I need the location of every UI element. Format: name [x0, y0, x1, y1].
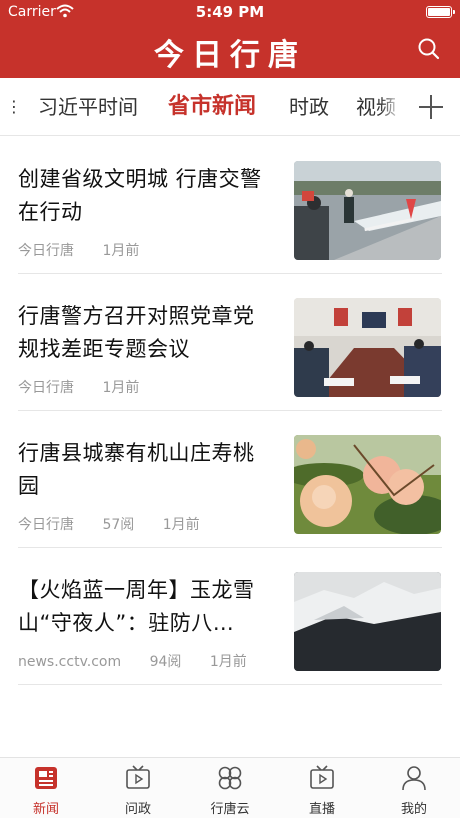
nav-wenzheng[interactable]: 问政 — [92, 758, 184, 818]
user-icon — [402, 766, 426, 791]
nav-label: 行唐云 — [210, 802, 250, 817]
tab-province-news[interactable]: 省市新闻 — [168, 78, 256, 135]
news-reads: 94阅 — [149, 654, 182, 670]
list-item[interactable]: 行唐警方召开对照党章党规找差距专题会议 今日行唐 1月前 — [0, 274, 460, 411]
channel-tabs: ⋮ 习近平时间 省市新闻 时政 视频 — [0, 78, 460, 136]
news-icon — [35, 767, 57, 789]
nav-label: 问政 — [124, 802, 151, 817]
list-item[interactable]: 行唐县城寨有机山庄寿桃园 今日行唐 57阅 1月前 — [0, 411, 460, 548]
news-time: 1月前 — [102, 243, 140, 259]
news-meta: news.cctv.com 94阅 1月前 — [18, 651, 271, 671]
tab-xi-time[interactable]: 习近平时间 — [38, 78, 138, 135]
status-bar: Carrier 5:49 PM — [0, 0, 460, 24]
tv-icon — [126, 765, 150, 789]
nav-label: 我的 — [400, 802, 427, 817]
list-item[interactable]: 创建省级文明城 行唐交警在行动 今日行唐 1月前 — [0, 137, 460, 274]
news-meta: 今日行唐 57阅 1月前 — [18, 514, 224, 534]
news-source: 今日行唐 — [18, 243, 74, 259]
news-source: 今日行唐 — [18, 380, 74, 396]
plus-icon[interactable] — [402, 78, 460, 135]
news-title[interactable]: 创建省级文明城 行唐交警在行动 — [18, 163, 270, 229]
news-list: 创建省级文明城 行唐交警在行动 今日行唐 1月前 行唐警方召开对照党章党规找差距… — [0, 137, 460, 685]
news-source: 今日行唐 — [18, 517, 74, 533]
news-title[interactable]: 【火焰蓝一周年】玉龙雪山“守夜人”：驻防八… — [18, 574, 270, 640]
search-icon[interactable] — [416, 36, 442, 62]
nav-live[interactable]: 直播 — [276, 758, 368, 818]
nav-label: 直播 — [308, 802, 335, 817]
bottom-nav: 新闻 问政 行唐云 直播 我的 — [0, 757, 460, 818]
nav-mine[interactable]: 我的 — [368, 758, 460, 818]
nav-xingtang-cloud[interactable]: 行唐云 — [184, 758, 276, 818]
news-title[interactable]: 行唐警方召开对照党章党规找差距专题会议 — [18, 300, 270, 366]
tab-overflow-marker: ⋮ — [6, 97, 22, 116]
tab-fade — [380, 78, 402, 135]
news-time: 1月前 — [102, 380, 140, 396]
news-time: 1月前 — [162, 517, 200, 533]
nav-label: 新闻 — [32, 802, 59, 817]
app-header: Carrier 5:49 PM 今日行唐 — [0, 0, 460, 78]
tab-politics[interactable]: 时政 — [289, 78, 329, 135]
news-thumbnail[interactable] — [294, 435, 441, 534]
list-item[interactable]: 【火焰蓝一周年】玉龙雪山“守夜人”：驻防八… news.cctv.com 94阅… — [0, 548, 460, 685]
news-meta: 今日行唐 1月前 — [18, 240, 163, 260]
news-reads: 57阅 — [102, 517, 135, 533]
news-thumbnail[interactable] — [294, 298, 441, 397]
news-thumbnail[interactable] — [294, 572, 441, 671]
news-time: 1月前 — [209, 654, 247, 670]
cloud-grid-icon — [218, 766, 242, 790]
app-title: 今日行唐 — [154, 38, 306, 73]
live-tv-icon — [310, 765, 334, 789]
news-title[interactable]: 行唐县城寨有机山庄寿桃园 — [18, 437, 270, 503]
news-meta: 今日行唐 1月前 — [18, 377, 163, 397]
nav-news[interactable]: 新闻 — [0, 758, 92, 818]
news-thumbnail[interactable] — [294, 161, 441, 260]
news-source: news.cctv.com — [18, 654, 122, 670]
battery-icon — [426, 6, 455, 18]
status-time: 5:49 PM — [195, 3, 265, 21]
